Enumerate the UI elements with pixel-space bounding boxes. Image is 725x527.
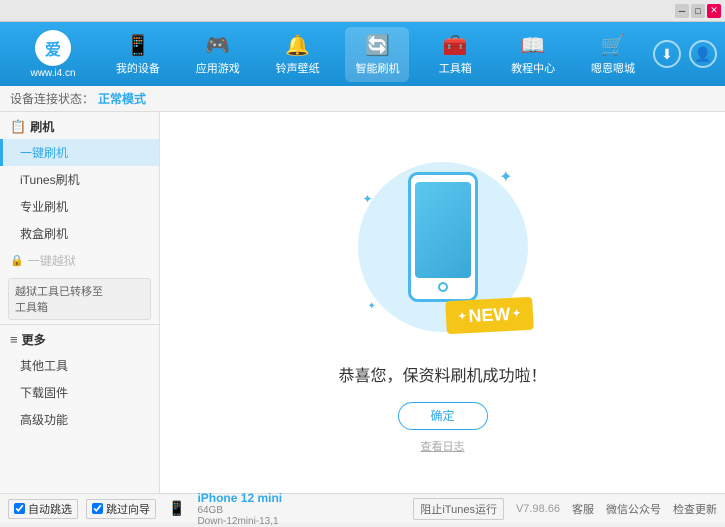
sidebar-item-one-key-flash[interactable]: 一键刷机 xyxy=(0,139,159,166)
title-bar: ─ □ ✕ xyxy=(0,0,725,22)
nav-item-smart-flash[interactable]: 🔄 智能刷机 xyxy=(345,27,409,82)
new-badge: NEW xyxy=(445,296,533,333)
sidebar-item-advanced[interactable]: 高级功能 xyxy=(0,406,159,433)
wechat-public-link[interactable]: 微信公众号 xyxy=(606,501,661,517)
ringtone-icon: 🔔 xyxy=(285,33,310,58)
tutorial-label: 教程中心 xyxy=(511,60,555,76)
sidebar: 📋 刷机 一键刷机 iTunes刷机 专业刷机 救盒刷机 🔒 一键越狱 越狱工具… xyxy=(0,112,160,493)
phone-screen xyxy=(415,182,471,278)
sidebar-locked-jailbreak: 🔒 一键越狱 xyxy=(0,247,159,274)
sparkle1-icon: ✦ xyxy=(499,167,512,187)
mall-label: 嗯恩嗯城 xyxy=(591,60,635,76)
phone-home-btn xyxy=(438,282,448,292)
nav-item-apps-games[interactable]: 🎮 应用游戏 xyxy=(186,27,250,82)
customer-service-link[interactable]: 客服 xyxy=(572,501,594,517)
my-device-icon: 📱 xyxy=(125,33,150,58)
maximize-button[interactable]: □ xyxy=(691,4,705,18)
my-device-label: 我的设备 xyxy=(116,60,160,76)
top-nav: 爱 www.i4.cn 📱 我的设备 🎮 应用游戏 🔔 铃声壁纸 🔄 智能刷机 … xyxy=(0,22,725,86)
version-text: V7.98.66 xyxy=(516,503,560,515)
sparkle2-icon: ✦ xyxy=(363,192,373,206)
tutorial-icon: 📖 xyxy=(521,33,546,58)
bottom-left: 自动跳选 跳过向导 📱 iPhone 12 mini 64GB Down-12m… xyxy=(8,491,413,527)
nav-item-my-device[interactable]: 📱 我的设备 xyxy=(106,27,170,82)
sidebar-item-itunes-flash[interactable]: iTunes刷机 xyxy=(0,166,159,193)
notice-line1: 越狱工具已转移至 xyxy=(15,283,144,299)
sidebar-section-flash: 📋 刷机 xyxy=(0,112,159,139)
logo-subtitle: www.i4.cn xyxy=(30,68,75,79)
user-btn[interactable]: 👤 xyxy=(689,40,717,68)
flash-section-label: 刷机 xyxy=(30,118,54,135)
device-icon: 📱 xyxy=(168,500,185,517)
check-update-link[interactable]: 检查更新 xyxy=(673,501,717,517)
itunes-stop-button[interactable]: 阻止iTunes运行 xyxy=(413,498,504,520)
show-again-link[interactable]: 查看日志 xyxy=(421,438,465,454)
sidebar-item-rescue-flash[interactable]: 救盒刷机 xyxy=(0,220,159,247)
nav-item-toolbox[interactable]: 🧰 工具箱 xyxy=(425,27,485,82)
toolbox-label: 工具箱 xyxy=(439,60,472,76)
sidebar-item-other-tools[interactable]: 其他工具 xyxy=(0,352,159,379)
confirm-button[interactable]: 确定 xyxy=(398,402,488,430)
lock-icon: 🔒 xyxy=(10,254,24,267)
sidebar-item-pro-flash[interactable]: 专业刷机 xyxy=(0,193,159,220)
more-section-label: 更多 xyxy=(22,331,46,348)
more-section-icon: ≡ xyxy=(10,332,18,347)
flash-section-icon: 📋 xyxy=(10,119,26,135)
sidebar-item-download-firmware[interactable]: 下载固件 xyxy=(0,379,159,406)
mall-icon: 🛒 xyxy=(601,33,626,58)
success-message: 恭喜您，保资料刷机成功啦！ xyxy=(338,362,546,386)
device-info: iPhone 12 mini 64GB Down-12mini-13,1 xyxy=(197,491,282,527)
skip-wizard-label: 跳过向导 xyxy=(106,501,150,517)
toolbox-icon: 🧰 xyxy=(443,33,468,58)
logo-area: 爱 www.i4.cn xyxy=(8,30,98,79)
download-btn[interactable]: ⬇ xyxy=(653,40,681,68)
device-storage: 64GB xyxy=(197,505,282,516)
content-area: ✦ ✦ ✦ NEW 恭喜您，保资料刷机成功啦！ 确定 查看日志 xyxy=(160,112,725,493)
apps-games-icon: 🎮 xyxy=(205,33,230,58)
close-button[interactable]: ✕ xyxy=(707,4,721,18)
bottom-right: 阻止iTunes运行 V7.98.66 客服 微信公众号 检查更新 xyxy=(413,498,717,520)
auto-jump-input[interactable] xyxy=(14,503,25,514)
sidebar-section-more: ≡ 更多 xyxy=(0,324,159,352)
logo-icon: 爱 xyxy=(35,30,71,66)
nav-right: ⬇ 👤 xyxy=(653,40,717,68)
device-name: iPhone 12 mini xyxy=(197,491,282,505)
ringtone-label: 铃声壁纸 xyxy=(276,60,320,76)
smart-flash-icon: 🔄 xyxy=(365,33,390,58)
notice-line2: 工具箱 xyxy=(15,299,144,315)
status-label: 设备连接状态： xyxy=(10,90,94,107)
bottom-bar: 自动跳选 跳过向导 📱 iPhone 12 mini 64GB Down-12m… xyxy=(0,493,725,523)
nav-items: 📱 我的设备 🎮 应用游戏 🔔 铃声壁纸 🔄 智能刷机 🧰 工具箱 📖 教程中心… xyxy=(98,27,653,82)
nav-item-ringtone[interactable]: 🔔 铃声壁纸 xyxy=(266,27,330,82)
auto-jump-label: 自动跳选 xyxy=(28,501,72,517)
status-value: 正常模式 xyxy=(98,90,146,107)
apps-games-label: 应用游戏 xyxy=(196,60,240,76)
main-layout: 📋 刷机 一键刷机 iTunes刷机 专业刷机 救盒刷机 🔒 一键越狱 越狱工具… xyxy=(0,112,725,493)
nav-item-mall[interactable]: 🛒 嗯恩嗯城 xyxy=(581,27,645,82)
status-bar: 设备连接状态： 正常模式 xyxy=(0,86,725,112)
phone-body xyxy=(408,172,478,302)
nav-item-tutorial[interactable]: 📖 教程中心 xyxy=(501,27,565,82)
skip-wizard-input[interactable] xyxy=(92,503,103,514)
minimize-button[interactable]: ─ xyxy=(675,4,689,18)
auto-jump-checkbox[interactable]: 自动跳选 xyxy=(8,499,78,519)
smart-flash-label: 智能刷机 xyxy=(355,60,399,76)
sidebar-notice: 越狱工具已转移至 工具箱 xyxy=(8,278,151,320)
sparkle3-icon: ✦ xyxy=(368,301,376,312)
phone-illustration: ✦ ✦ ✦ NEW xyxy=(353,152,533,352)
device-model: Down-12mini-13,1 xyxy=(197,516,282,527)
skip-wizard-checkbox[interactable]: 跳过向导 xyxy=(86,499,156,519)
